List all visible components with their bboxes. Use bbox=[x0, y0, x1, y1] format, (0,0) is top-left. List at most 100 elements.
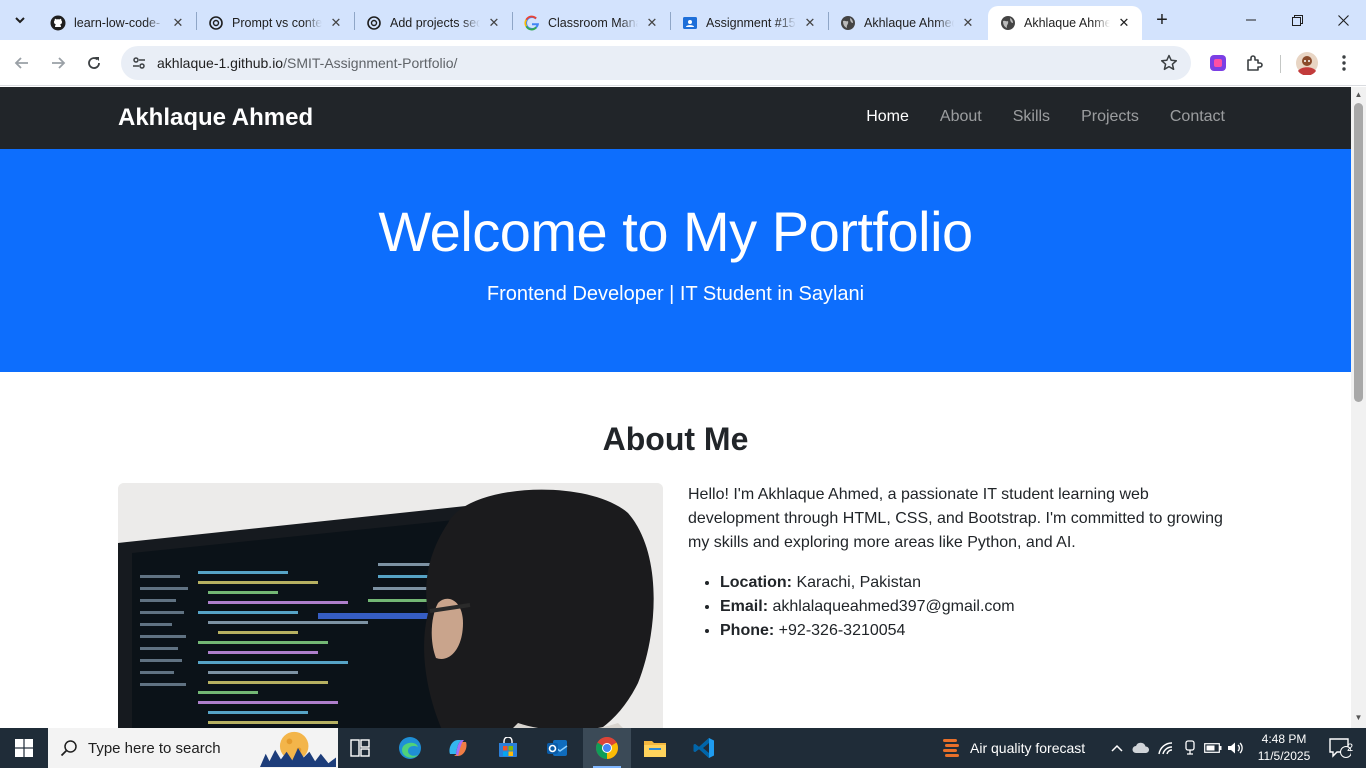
plus-icon: + bbox=[1156, 8, 1168, 31]
close-icon[interactable]: ✕ bbox=[960, 15, 976, 31]
notification-count: 2 bbox=[1346, 742, 1354, 754]
tab-classroom[interactable]: Classroom Mana ✕ bbox=[512, 6, 670, 40]
volume-icon[interactable] bbox=[1225, 728, 1247, 768]
page-viewport: Akhlaque Ahmed Home About Skills Project… bbox=[0, 87, 1351, 728]
forward-arrow-icon bbox=[52, 57, 66, 69]
url-text[interactable]: akhlaque-1.github.io/SMIT-Assignment-Por… bbox=[157, 55, 457, 71]
tab-title: Akhlaque Ahmed bbox=[1024, 16, 1110, 30]
taskbar-search[interactable]: Type here to search bbox=[48, 728, 338, 768]
about-text: Hello! I'm Akhlaque Ahmed, a passionate … bbox=[688, 483, 1233, 643]
globe-icon bbox=[840, 15, 856, 31]
chrome-icon[interactable] bbox=[583, 728, 631, 768]
minimize-icon bbox=[1246, 19, 1256, 21]
tab-add-projects[interactable]: Add projects sec ✕ bbox=[354, 6, 512, 40]
address-bar[interactable]: akhlaque-1.github.io/SMIT-Assignment-Por… bbox=[121, 46, 1191, 80]
edge-icon[interactable] bbox=[386, 728, 434, 768]
bookmark-star-icon[interactable] bbox=[1159, 53, 1179, 73]
scroll-down-icon[interactable]: ▼ bbox=[1354, 714, 1363, 722]
notification-center-button[interactable]: 2 bbox=[1320, 728, 1360, 768]
detail-value: Karachi, Pakistan bbox=[796, 574, 921, 591]
air-quality-icon bbox=[943, 739, 959, 757]
vscode-icon[interactable] bbox=[680, 728, 728, 768]
tab-assignment[interactable]: Assignment #15 ✕ bbox=[670, 6, 828, 40]
tab-title: Add projects sec bbox=[390, 16, 480, 30]
search-icon bbox=[60, 740, 77, 757]
site-info-icon[interactable] bbox=[127, 51, 151, 75]
search-placeholder: Type here to search bbox=[88, 740, 221, 757]
close-icon[interactable]: ✕ bbox=[644, 15, 660, 31]
nav-skills[interactable]: Skills bbox=[1013, 108, 1050, 126]
tab-title: Assignment #15 bbox=[706, 16, 796, 30]
new-tab-button[interactable]: + bbox=[1148, 6, 1176, 34]
file-explorer-icon[interactable] bbox=[631, 728, 679, 768]
nav-home[interactable]: Home bbox=[866, 108, 909, 126]
tab-learn-low-code[interactable]: learn-low-code- ✕ bbox=[38, 6, 196, 40]
toolbar-divider bbox=[1280, 55, 1281, 73]
tab-title: learn-low-code- bbox=[74, 16, 161, 30]
profile-avatar[interactable] bbox=[1295, 51, 1319, 75]
close-icon[interactable]: ✕ bbox=[328, 15, 344, 31]
taskbar-clock[interactable]: 4:48 PM 11/5/2025 bbox=[1250, 731, 1318, 765]
github-icon bbox=[50, 15, 66, 31]
kebab-menu-icon[interactable] bbox=[1332, 51, 1356, 75]
weather-text: Air quality forecast bbox=[970, 740, 1086, 756]
nav-about[interactable]: About bbox=[940, 108, 982, 126]
reload-button[interactable] bbox=[80, 49, 108, 77]
back-button[interactable] bbox=[8, 49, 36, 77]
detail-label: Email: bbox=[720, 598, 769, 615]
hero-subtitle: Frontend Developer | IT Student in Sayla… bbox=[486, 283, 865, 305]
close-icon bbox=[1337, 14, 1349, 26]
tab-search-button[interactable] bbox=[6, 6, 34, 34]
browser-toolbar: akhlaque-1.github.io/SMIT-Assignment-Por… bbox=[0, 40, 1366, 86]
tab-akhlaque-ahmed[interactable]: Akhlaque Ahmed ✕ bbox=[828, 6, 986, 40]
start-button[interactable] bbox=[0, 728, 48, 768]
store-icon[interactable] bbox=[484, 728, 532, 768]
close-icon[interactable]: ✕ bbox=[1116, 15, 1132, 31]
site-navbar: Akhlaque Ahmed Home About Skills Project… bbox=[0, 87, 1351, 149]
nav-contact[interactable]: Contact bbox=[1170, 108, 1225, 126]
tab-prompt-vs-context[interactable]: Prompt vs conte ✕ bbox=[196, 6, 354, 40]
close-icon[interactable]: ✕ bbox=[802, 15, 818, 31]
close-icon[interactable]: ✕ bbox=[170, 15, 186, 31]
forward-button[interactable] bbox=[44, 49, 72, 77]
openai-icon bbox=[366, 15, 382, 31]
classroom-icon bbox=[682, 15, 698, 31]
tab-akhlaque-ahmed-active[interactable]: Akhlaque Ahmed ✕ bbox=[988, 6, 1142, 40]
windows-logo-icon bbox=[15, 739, 33, 757]
weather-widget[interactable]: Air quality forecast bbox=[940, 728, 1085, 768]
cloud-icon[interactable] bbox=[1130, 728, 1152, 768]
restore-icon bbox=[1291, 14, 1303, 26]
task-view-icon[interactable] bbox=[336, 728, 384, 768]
detail-location: Location: Karachi, Pakistan bbox=[720, 571, 1233, 595]
detail-label: Location: bbox=[720, 574, 792, 591]
close-window-button[interactable] bbox=[1320, 0, 1366, 40]
extension-app-icon[interactable] bbox=[1206, 51, 1230, 75]
url-path: /SMIT-Assignment-Portfolio/ bbox=[283, 55, 458, 71]
back-arrow-icon bbox=[14, 57, 28, 69]
site-brand[interactable]: Akhlaque Ahmed bbox=[118, 104, 313, 132]
extensions-puzzle-icon[interactable] bbox=[1242, 51, 1266, 75]
scrollbar-thumb[interactable] bbox=[1354, 103, 1363, 402]
close-icon[interactable]: ✕ bbox=[486, 15, 502, 31]
about-details: Location: Karachi, Pakistan Email: akhla… bbox=[688, 571, 1233, 643]
tab-title: Classroom Mana bbox=[548, 16, 638, 30]
windows-taskbar: Type here to search Air quality forecast bbox=[0, 728, 1366, 768]
restore-button[interactable] bbox=[1274, 0, 1320, 40]
meet-now-icon[interactable] bbox=[1179, 728, 1201, 768]
hero-title: Welcome to My Portfolio bbox=[378, 200, 973, 263]
tab-title: Prompt vs conte bbox=[232, 16, 322, 30]
battery-icon[interactable] bbox=[1202, 728, 1224, 768]
page-scrollbar[interactable]: ▲ ▼ bbox=[1351, 87, 1366, 728]
scroll-up-icon[interactable]: ▲ bbox=[1354, 91, 1363, 99]
tray-chevron-up-icon[interactable] bbox=[1106, 728, 1128, 768]
copilot-icon[interactable] bbox=[434, 728, 482, 768]
nav-projects[interactable]: Projects bbox=[1081, 108, 1139, 126]
wifi-icon[interactable] bbox=[1155, 728, 1177, 768]
about-bio: Hello! I'm Akhlaque Ahmed, a passionate … bbox=[688, 486, 1223, 551]
minimize-button[interactable] bbox=[1228, 0, 1274, 40]
outlook-icon[interactable] bbox=[533, 728, 581, 768]
detail-email: Email: akhlalaqueahmed397@gmail.com bbox=[720, 595, 1233, 619]
about-heading: About Me bbox=[602, 421, 749, 457]
globe-icon bbox=[1000, 15, 1016, 31]
search-highlight-icon bbox=[260, 729, 336, 767]
